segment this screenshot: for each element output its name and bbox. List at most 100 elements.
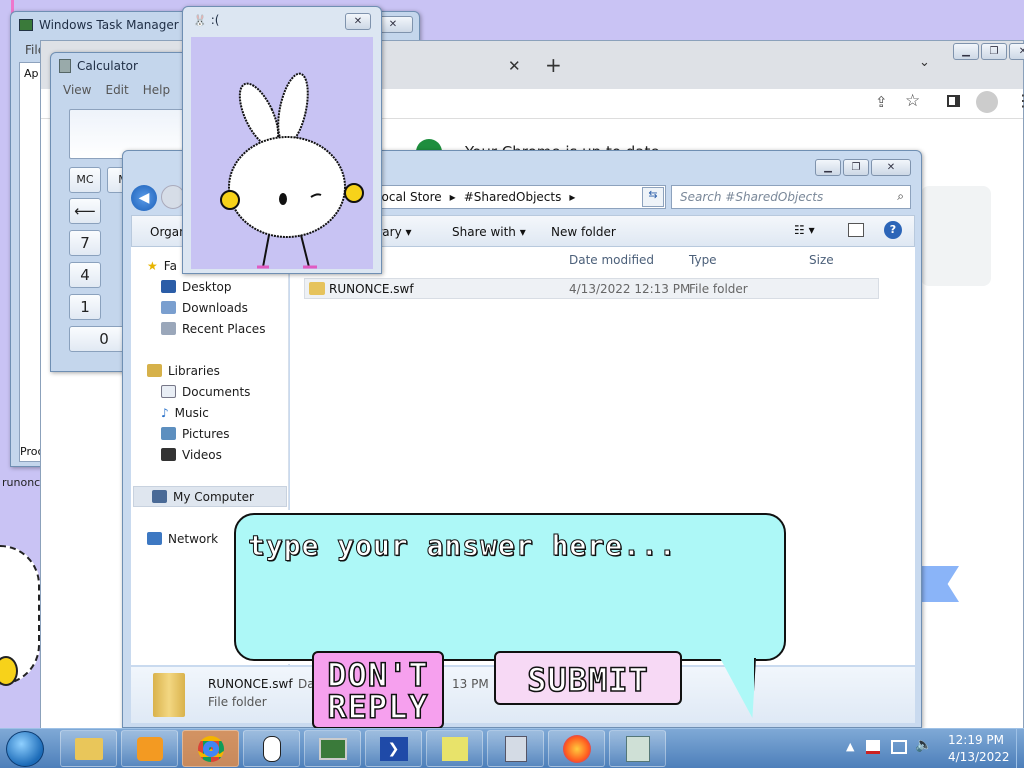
calc-one-button[interactable]: 1 (69, 294, 101, 320)
start-button[interactable] (6, 731, 44, 767)
file-type: File folder (689, 282, 748, 296)
file-name: RUNONCE.swf (329, 282, 414, 296)
volume-icon[interactable]: 🔈 (915, 737, 932, 753)
task-manager-icon (19, 19, 33, 31)
desktop-icon (161, 280, 176, 293)
file-date: 4/13/2022 12:13 PM (569, 282, 691, 296)
chrome-tab-search-icon[interactable]: ⌄ (919, 55, 930, 70)
sidebar-item-documents[interactable]: Documents (147, 381, 288, 402)
taskbar-unknown-app-icon[interactable] (609, 730, 666, 767)
sidebar-item-downloads[interactable]: Downloads (147, 297, 288, 318)
desktop-icon-label[interactable]: runonc (2, 476, 40, 489)
chrome-maximize-button[interactable]: ❐ (981, 43, 1007, 60)
documents-icon (161, 385, 176, 398)
taskbar-bunny-icon[interactable] (243, 730, 300, 767)
share-with-button[interactable]: Share with ▾ (452, 225, 526, 239)
bunny-canvas (191, 37, 373, 269)
taskbar-powershell-icon[interactable]: ❯ (365, 730, 422, 767)
answer-dialog: type your answer here... (234, 513, 786, 661)
calculator-menu-view[interactable]: View (63, 83, 91, 97)
details-file-type: File folder (208, 695, 267, 709)
show-hidden-icons-button[interactable]: ▲ (846, 740, 854, 753)
preview-pane-icon[interactable] (848, 223, 864, 237)
show-desktop-button[interactable] (1016, 728, 1024, 768)
submit-button[interactable]: SUBMIT (494, 651, 682, 705)
music-icon: ♪ (161, 405, 169, 420)
task-manager-title: Windows Task Manager (39, 18, 179, 32)
profile-avatar-icon[interactable] (976, 91, 998, 113)
taskbar-task-manager-icon[interactable] (304, 730, 361, 767)
clock-date[interactable]: 4/13/2022 (948, 750, 1010, 764)
taskbar-sticky-notes-icon[interactable] (426, 730, 483, 767)
column-header-date[interactable]: Date modified (569, 253, 654, 267)
calc-backspace-button[interactable]: ⟵ (69, 198, 101, 224)
sidebar-item-desktop[interactable]: Desktop (147, 276, 288, 297)
calculator-icon (59, 59, 71, 73)
sidebar-item-my-computer[interactable]: My Computer (133, 486, 287, 507)
bunny-close-button[interactable]: ✕ (345, 13, 371, 30)
explorer-close-button[interactable]: ✕ (871, 159, 911, 176)
dont-reply-button[interactable]: DON'T REPLY (312, 651, 444, 729)
file-row[interactable]: RUNONCE.swf 4/13/2022 12:13 PM File fold… (304, 278, 879, 299)
taskbar-media-player-icon[interactable] (121, 730, 178, 767)
chrome-menu-icon[interactable]: ⋮ (1015, 91, 1024, 110)
taskbar-calculator-icon[interactable] (487, 730, 544, 767)
new-folder-button[interactable]: New folder (551, 225, 616, 239)
bunny-window-title: :( (210, 13, 220, 27)
share-icon[interactable]: ⇪ (875, 93, 888, 111)
bunny-window[interactable]: 🐰 :( ✕ (182, 6, 382, 274)
breadcrumb-chevron-icon[interactable]: ▸ (450, 190, 456, 204)
chrome-close-button[interactable]: ✕ (1009, 43, 1024, 60)
bookmark-star-icon[interactable]: ☆ (905, 91, 920, 111)
sidebar-item-videos[interactable]: Videos (147, 444, 288, 465)
taskbar-chrome-icon[interactable] (182, 730, 239, 767)
calc-mc-button[interactable]: MC (69, 167, 101, 193)
explorer-maximize-button[interactable]: ❐ (843, 159, 869, 176)
side-panel-icon[interactable] (947, 95, 960, 107)
taskbar-firefox-icon[interactable] (548, 730, 605, 767)
taskbar-explorer-icon[interactable] (60, 730, 117, 767)
view-options-icon[interactable]: ☷ ▾ (794, 223, 815, 237)
chrome-ribbon-shape (921, 566, 959, 602)
search-icon[interactable]: ⌕ (897, 189, 904, 204)
favorites-star-icon: ★ (147, 258, 158, 273)
breadcrumb-shared-objects[interactable]: #SharedObjects (464, 190, 562, 204)
refresh-button[interactable]: ⇆ (642, 187, 664, 207)
search-placeholder: Search #SharedObjects (680, 190, 824, 204)
chrome-minimize-button[interactable]: ▁ (953, 43, 979, 60)
search-input[interactable]: Search #SharedObjects ⌕ (671, 185, 911, 209)
calculator-title: Calculator (77, 59, 138, 73)
breadcrumb-chevron-icon[interactable]: ▸ (569, 190, 575, 204)
details-date-value: 13 PM (452, 677, 489, 691)
clock-time[interactable]: 12:19 PM (948, 733, 1004, 747)
videos-icon (161, 448, 176, 461)
sidebar-item-pictures[interactable]: Pictures (147, 423, 288, 444)
calculator-menu-edit[interactable]: Edit (105, 83, 128, 97)
breadcrumb-local-store[interactable]: Local Store (375, 190, 442, 204)
answer-input[interactable]: type your answer here... (248, 529, 677, 563)
task-manager-tab-applications[interactable]: Ap (24, 67, 39, 80)
column-header-type[interactable]: Type (689, 253, 717, 267)
sidebar-item-recent-places[interactable]: Recent Places (147, 318, 288, 339)
column-header-size[interactable]: Size (809, 253, 834, 267)
network-tray-icon[interactable] (891, 740, 907, 754)
network-icon (147, 532, 162, 545)
calc-seven-button[interactable]: 7 (69, 230, 101, 256)
sidebar-item-music[interactable]: ♪ Music (147, 402, 288, 423)
sidebar-item-libraries[interactable]: Libraries (147, 360, 288, 381)
explorer-minimize-button[interactable]: ▁ (815, 159, 841, 176)
help-icon[interactable]: ? (884, 221, 902, 239)
chrome-new-tab-icon[interactable]: + (545, 53, 562, 77)
explorer-back-button[interactable]: ◀ (131, 185, 157, 211)
libraries-icon (147, 364, 162, 377)
chrome-tab-close-icon[interactable]: ✕ (508, 57, 521, 75)
details-folder-icon (153, 673, 185, 717)
computer-icon (152, 490, 167, 503)
pictures-icon (161, 427, 176, 440)
calculator-menu-help[interactable]: Help (143, 83, 170, 97)
downloads-icon (161, 301, 176, 314)
action-center-icon[interactable] (866, 740, 880, 754)
calc-four-button[interactable]: 4 (69, 262, 101, 288)
address-bar[interactable]: ▸ Local Store ▸ #SharedObjects ▸ ▾ (348, 185, 666, 209)
folder-icon (309, 282, 325, 295)
